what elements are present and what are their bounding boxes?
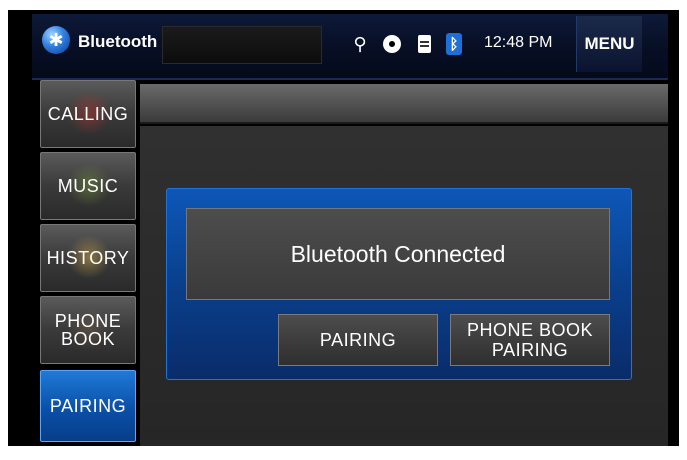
sidebar-item-label: HISTORY — [46, 248, 130, 268]
sidebar-item-phone-book[interactable]: PHONE BOOK — [40, 296, 136, 364]
bluetooth-logo-icon: ✱ — [42, 26, 70, 54]
head-unit-screen: ✱ Bluetooth ⚲ ᛒ 12:48 PM MENU CALLING MU… — [8, 10, 679, 446]
sidebar-item-label: CALLING — [47, 104, 129, 124]
menu-button[interactable]: MENU — [576, 16, 642, 72]
sidebar-item-pairing[interactable]: PAIRING — [40, 370, 136, 442]
dialog-message: Bluetooth Connected — [186, 208, 610, 300]
clock: 12:48 PM — [484, 34, 553, 51]
sidebar-item-label-line2: BOOK — [60, 329, 115, 349]
sidebar-item-history[interactable]: HISTORY — [40, 224, 136, 292]
sidebar-item-label: MUSIC — [57, 176, 119, 196]
phone-book-pairing-line2: PAIRING — [491, 340, 569, 360]
app-title: Bluetooth — [78, 32, 158, 51]
disc-icon — [382, 33, 402, 55]
info-strip — [140, 84, 668, 124]
bluetooth-icon: ᛒ — [446, 33, 462, 55]
sidebar-item-music[interactable]: MUSIC — [40, 152, 136, 220]
sidebar-item-calling[interactable]: CALLING — [40, 80, 136, 148]
usb-icon: ⚲ — [353, 33, 367, 54]
phone-book-pairing-button[interactable]: PHONE BOOK PAIRING — [450, 314, 610, 366]
sidebar-item-label: PAIRING — [49, 396, 127, 416]
status-bar: ✱ Bluetooth ⚲ ᛒ 12:48 PM MENU — [32, 14, 668, 80]
sd-card-icon — [414, 33, 434, 55]
status-icons: ⚲ ᛒ — [350, 30, 462, 58]
now-playing-field — [162, 26, 322, 64]
phone-book-pairing-line1: PHONE BOOK — [466, 320, 594, 340]
sidebar-item-label-line1: PHONE — [54, 311, 122, 331]
pairing-button[interactable]: PAIRING — [278, 314, 438, 366]
